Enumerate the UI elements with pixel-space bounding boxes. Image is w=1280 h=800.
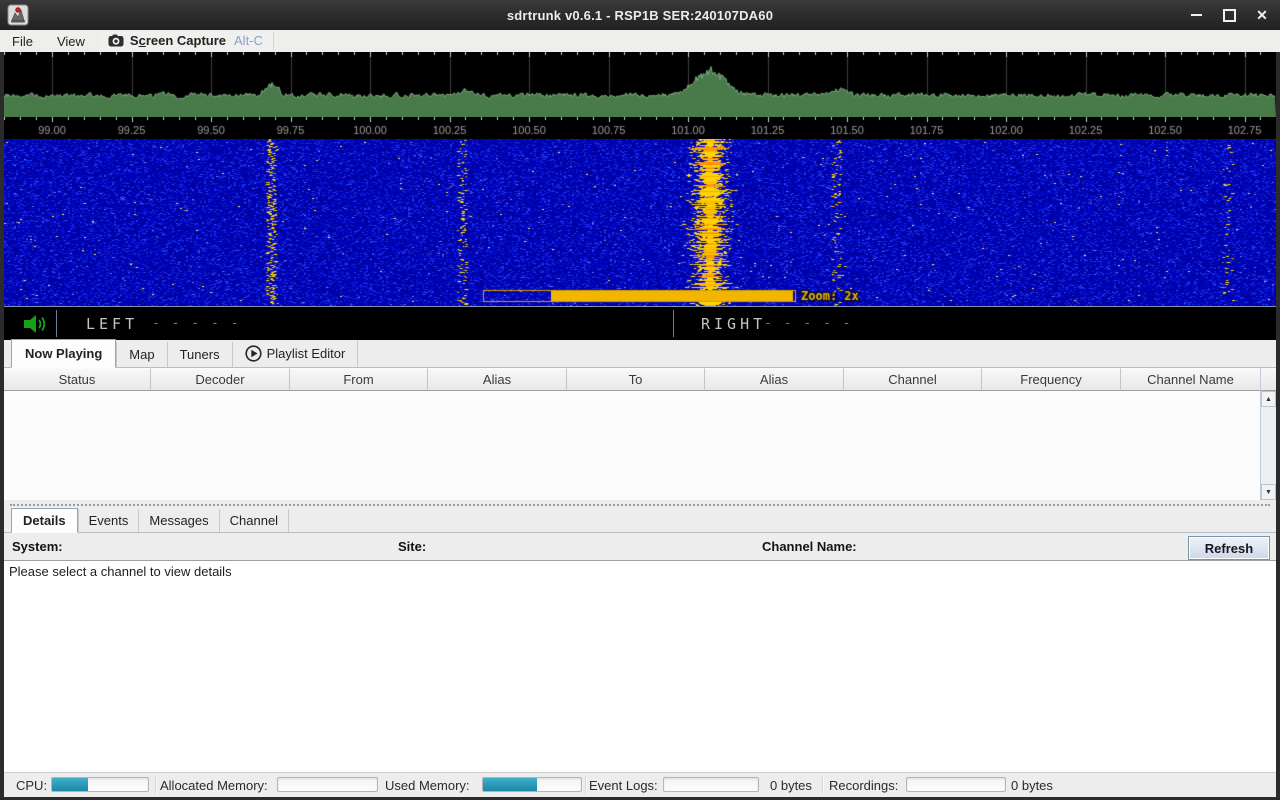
audio-divider [673,310,674,337]
recordings-label: Recordings: [829,778,898,793]
status-bar: CPU: Allocated Memory: Used Memory: Even… [4,772,1276,797]
scroll-up-icon: ▲ [1265,396,1272,403]
window-title: sdrtrunk v0.6.1 - RSP1B SER:240107DA60 [0,8,1280,23]
menu-screen-capture[interactable]: Screen Capture Alt-C [99,32,274,50]
audio-left-label: LEFT [86,315,138,333]
used-memory-progress-fill [483,778,537,791]
tab-events[interactable]: Events [78,509,140,532]
event-logs-progress [663,777,759,792]
col-alias-from[interactable]: Alias [428,368,567,391]
maximize-icon [1223,9,1236,22]
camera-icon [108,34,124,47]
menu-bar: File View Screen Capture Alt-C [0,30,1280,52]
tab-now-playing[interactable]: Now Playing [11,339,116,368]
maximize-button[interactable] [1221,7,1237,23]
play-circle-icon [245,345,262,362]
details-text-area: Please select a channel to view details [4,560,1276,772]
cpu-progress [51,777,149,792]
status-separator [155,776,157,794]
site-label: Site: [398,539,426,554]
waterfall-canvas[interactable] [4,139,1276,306]
menu-view[interactable]: View [45,32,97,51]
audio-right-value: - - - - - [764,316,852,331]
col-from[interactable]: From [290,368,428,391]
speaker-icon[interactable] [22,313,50,335]
screen-capture-shortcut: Alt-C [234,33,263,48]
refresh-button[interactable]: Refresh [1188,536,1270,560]
tab-map[interactable]: Map [116,342,167,367]
col-status[interactable]: Status [4,368,151,391]
col-decoder[interactable]: Decoder [151,368,290,391]
scrollbar-track[interactable] [1261,407,1276,484]
table-vertical-scrollbar: ▲ ▼ [1260,368,1276,500]
detail-tab-bar: Details Events Messages Channel [4,508,1276,533]
channel-name-label: Channel Name: [762,539,857,554]
table-body-empty [4,391,1260,500]
scroll-down-button[interactable]: ▼ [1261,484,1276,500]
col-channel-name[interactable]: Channel Name [1121,368,1260,391]
spectrum-panel [4,52,1276,306]
status-separator [822,776,824,794]
fft-spectrum-canvas[interactable] [4,52,1276,117]
col-channel[interactable]: Channel [844,368,982,391]
details-toolbar: System: Site: Channel Name: Refresh [4,533,1276,560]
event-logs-size: 0 bytes [770,778,812,793]
now-playing-table: Status Decoder From Alias To Alias Chann… [4,368,1276,500]
recordings-size: 0 bytes [1011,778,1053,793]
col-frequency[interactable]: Frequency [982,368,1121,391]
tab-messages[interactable]: Messages [139,509,219,532]
tab-tuners[interactable]: Tuners [168,342,233,367]
recordings-progress [906,777,1006,792]
tab-details[interactable]: Details [11,508,78,533]
cpu-progress-fill [52,778,88,791]
audio-left-value: - - - - - [152,316,240,331]
audio-right-label: RIGHT [701,315,766,333]
split-pane-divider[interactable] [4,500,1276,508]
divider-dots [10,504,1269,506]
close-button[interactable]: ✕ [1254,7,1270,23]
tab-playlist-editor[interactable]: Playlist Editor [233,340,359,367]
used-memory-label: Used Memory: [385,778,470,793]
event-logs-label: Event Logs: [589,778,658,793]
audio-panel: LEFT - - - - - RIGHT - - - - - [4,306,1276,340]
scroll-up-button[interactable]: ▲ [1261,391,1276,407]
cpu-label: CPU: [16,778,47,793]
table-header-row: Status Decoder From Alias To Alias Chann… [4,368,1260,391]
audio-divider [56,310,57,337]
allocated-memory-progress [277,777,378,792]
screen-capture-label: Screen Capture [130,33,226,48]
allocated-memory-label: Allocated Memory: [160,778,268,793]
details-placeholder: Please select a channel to view details [9,564,232,579]
minimize-button[interactable] [1188,7,1204,23]
status-separator [585,776,587,794]
system-label: System: [12,539,63,554]
minimize-icon [1191,14,1202,16]
col-to[interactable]: To [567,368,705,391]
frequency-axis-canvas[interactable] [4,117,1276,139]
col-alias-to[interactable]: Alias [705,368,844,391]
sdrtrunk-window: sdrtrunk v0.6.1 - RSP1B SER:240107DA60 ✕… [0,0,1280,800]
title-bar: sdrtrunk v0.6.1 - RSP1B SER:240107DA60 ✕ [0,0,1280,30]
tab-channel[interactable]: Channel [220,509,289,532]
scroll-down-icon: ▼ [1265,489,1272,496]
menu-file[interactable]: File [0,32,45,51]
scrollbar-corner [1261,368,1276,391]
main-tab-bar: Now Playing Map Tuners Playlist Editor [4,340,1276,368]
used-memory-progress [482,777,582,792]
sdrtrunk-app-icon [7,4,29,26]
